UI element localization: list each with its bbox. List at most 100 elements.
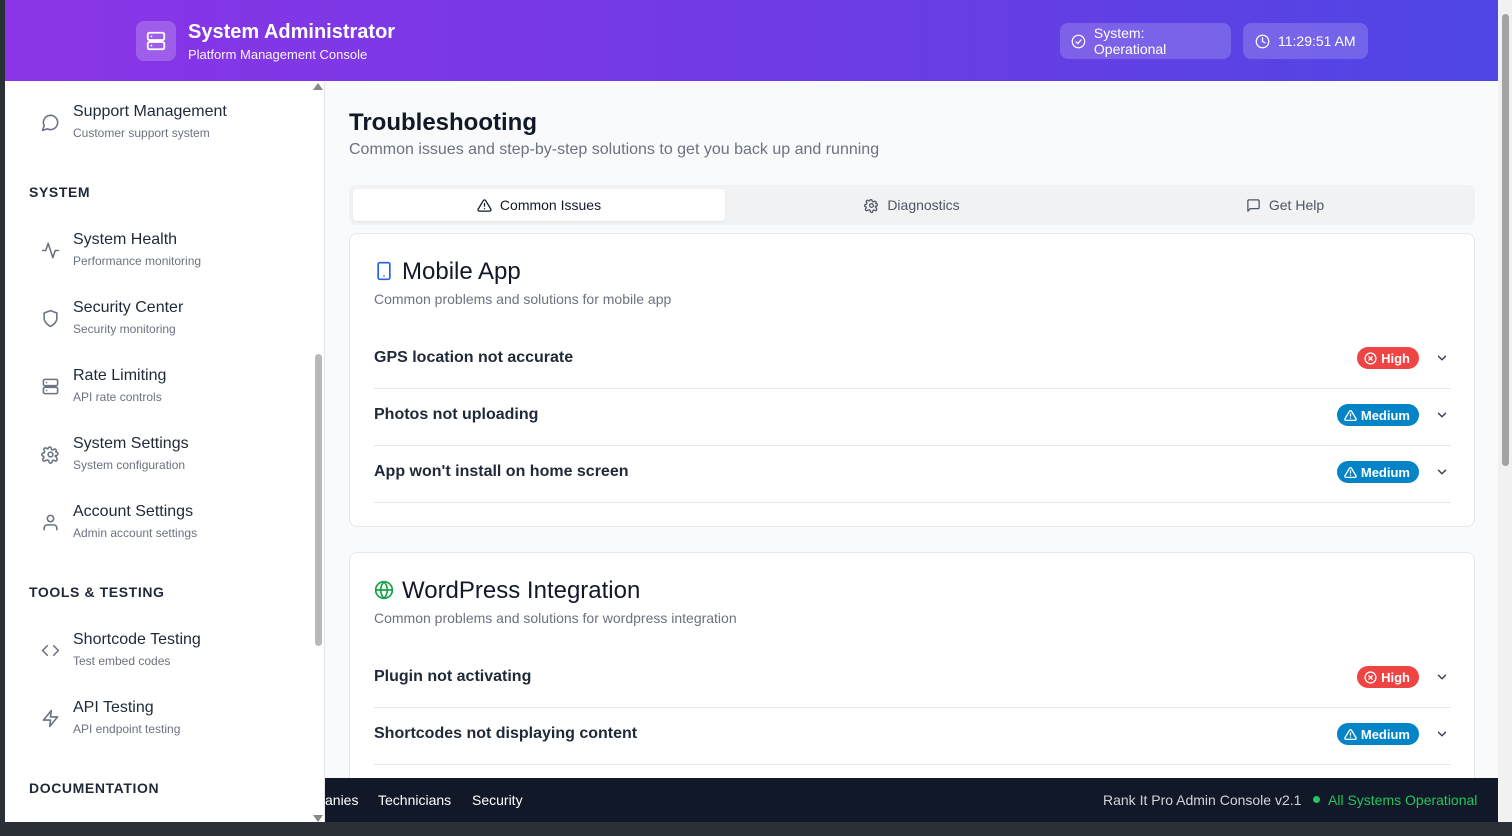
chevron-down-icon[interactable]: [1435, 465, 1449, 479]
sidebar-item-sub: Performance monitoring: [73, 254, 202, 268]
gear-icon: [39, 443, 61, 465]
card-title: Mobile App: [402, 258, 521, 285]
sidebar-item-sub: Security monitoring: [73, 322, 176, 336]
code-icon: [39, 639, 61, 661]
sidebar-item-sub: Admin account settings: [73, 526, 198, 540]
user-icon: [39, 511, 61, 533]
tab-label: Diagnostics: [887, 197, 960, 213]
scroll-up-arrow-icon[interactable]: [313, 83, 323, 90]
severity-badge-medium: Medium: [1336, 723, 1419, 745]
issue-card-mobile-app: Mobile App Common problems and solutions…: [349, 233, 1475, 527]
sidebar-item-sub: API rate controls: [73, 390, 162, 404]
message-square-icon: [1247, 198, 1260, 212]
zap-icon: [39, 707, 61, 729]
sidebar: Support Management Customer support syst…: [5, 81, 325, 822]
page-title: Troubleshooting: [349, 109, 537, 136]
sidebar-item-label: Rate Limiting: [73, 367, 167, 384]
server-icon: [136, 21, 176, 61]
sidebar-item-label: System Settings: [73, 435, 189, 452]
page-subtitle: Common issues and step-by-step solutions…: [349, 141, 880, 158]
sidebar-item-system-health[interactable]: System Health Performance monitoring: [29, 229, 299, 285]
footer-link-companies[interactable]: anies: [325, 792, 358, 808]
chevron-down-icon[interactable]: [1435, 670, 1449, 684]
chevron-down-icon[interactable]: [1435, 408, 1449, 422]
check-circle-icon: [1071, 34, 1086, 48]
sidebar-item-sub: API endpoint testing: [73, 722, 181, 736]
sidebar-item-system-settings[interactable]: System Settings System configuration: [29, 433, 299, 489]
sidebar-item-api-testing[interactable]: API Testing API endpoint testing: [29, 697, 299, 753]
issue-row[interactable]: App won't install on home screen Medium: [374, 446, 1451, 503]
issue-title: GPS location not accurate: [374, 349, 574, 366]
x-circle-icon: [1364, 670, 1377, 684]
sidebar-item-shortcode-testing[interactable]: Shortcode Testing Test embed codes: [29, 629, 299, 685]
sidebar-item-label: System Health: [73, 231, 178, 248]
clock-icon: [1255, 34, 1270, 48]
issue-row[interactable]: Photos not uploading Medium: [374, 389, 1451, 446]
issue-title: Photos not uploading: [374, 406, 539, 423]
chat-icon: [39, 111, 61, 133]
card-subtitle: Common problems and solutions for mobile…: [374, 291, 672, 307]
issue-title: App won't install on home screen: [374, 463, 629, 480]
globe-icon: [374, 580, 394, 600]
warning-icon: [477, 198, 492, 212]
sidebar-item-security-center[interactable]: Security Center Security monitoring: [29, 297, 299, 353]
tab-get-help[interactable]: Get Help: [1099, 189, 1471, 221]
window-frame-bottom: [0, 822, 1512, 836]
severity-badge-medium: Medium: [1336, 404, 1419, 426]
footer-link-security[interactable]: Security: [472, 792, 523, 808]
sidebar-item-sub: System configuration: [73, 458, 186, 472]
card-title: WordPress Integration: [402, 577, 641, 604]
window-scrollbar-thumb[interactable]: [1502, 14, 1509, 466]
chevron-down-icon[interactable]: [1435, 351, 1449, 365]
sidebar-item-label: Shortcode Testing: [73, 631, 201, 648]
sidebar-item-support-management[interactable]: Support Management Customer support syst…: [29, 101, 299, 157]
main-content: Troubleshooting Common issues and step-b…: [325, 81, 1498, 778]
severity-badge-high: High: [1357, 347, 1419, 369]
window-scrollbar[interactable]: [1498, 0, 1512, 822]
footer-link-technicians[interactable]: Technicians: [378, 792, 451, 808]
app-header: System Administrator Platform Management…: [5, 0, 1498, 81]
issue-row[interactable]: Plugin not activating High: [374, 651, 1451, 708]
system-status-pill[interactable]: System: Operational: [1060, 23, 1231, 59]
tab-common-issues[interactable]: Common Issues: [353, 189, 725, 221]
sidebar-scrollbar-thumb[interactable]: [315, 354, 322, 646]
chevron-down-icon[interactable]: [1435, 727, 1449, 741]
warning-icon: [1344, 409, 1357, 421]
x-circle-icon: [1364, 351, 1377, 365]
sidebar-section-documentation: DOCUMENTATION: [29, 780, 160, 796]
tab-label: Get Help: [1268, 197, 1325, 213]
issue-title: Plugin not activating: [374, 668, 532, 685]
scroll-down-arrow-icon[interactable]: [313, 815, 323, 822]
tab-diagnostics[interactable]: Diagnostics: [726, 189, 1098, 221]
sidebar-item-label: Security Center: [73, 299, 184, 316]
footer-status: All Systems Operational: [1328, 792, 1478, 808]
sidebar-item-account-settings[interactable]: Account Settings Admin account settings: [29, 501, 299, 557]
footer-bar: anies Technicians Security Rank It Pro A…: [325, 778, 1498, 822]
clock-time: 11:29:51 AM: [1278, 33, 1356, 49]
app-title: System Administrator: [188, 21, 396, 43]
warning-icon: [1344, 466, 1357, 478]
sidebar-item-label: Account Settings: [73, 503, 194, 520]
sidebar-item-label: Support Management: [73, 103, 227, 120]
gear-icon: [864, 198, 879, 213]
card-subtitle: Common problems and solutions for wordpr…: [374, 610, 737, 626]
severity-badge-medium: Medium: [1336, 461, 1419, 483]
sidebar-section-system: SYSTEM: [29, 184, 91, 200]
issue-row[interactable]: GPS location not accurate High: [374, 332, 1451, 389]
clock-pill: 11:29:51 AM: [1243, 23, 1368, 59]
issue-card-wordpress-integration: WordPress Integration Common problems an…: [349, 552, 1475, 778]
phone-icon: [377, 261, 391, 281]
sidebar-scrollbar[interactable]: [312, 81, 324, 822]
status-dot: [1313, 796, 1320, 803]
footer-version: Rank It Pro Admin Console v2.1: [1103, 792, 1302, 808]
sidebar-item-label: API Testing: [73, 699, 154, 716]
tab-list: Common Issues Diagnostics Get Help: [349, 185, 1475, 225]
activity-icon: [39, 239, 61, 261]
issue-row[interactable]: Shortcodes not displaying content Medium: [374, 708, 1451, 765]
sidebar-item-rate-limiting[interactable]: Rate Limiting API rate controls: [29, 365, 299, 421]
severity-badge-high: High: [1357, 666, 1419, 688]
sidebar-section-tools: TOOLS & TESTING: [29, 584, 165, 600]
issue-title: Shortcodes not displaying content: [374, 725, 638, 742]
tab-label: Common Issues: [499, 197, 602, 213]
app-subtitle: Platform Management Console: [188, 47, 368, 62]
